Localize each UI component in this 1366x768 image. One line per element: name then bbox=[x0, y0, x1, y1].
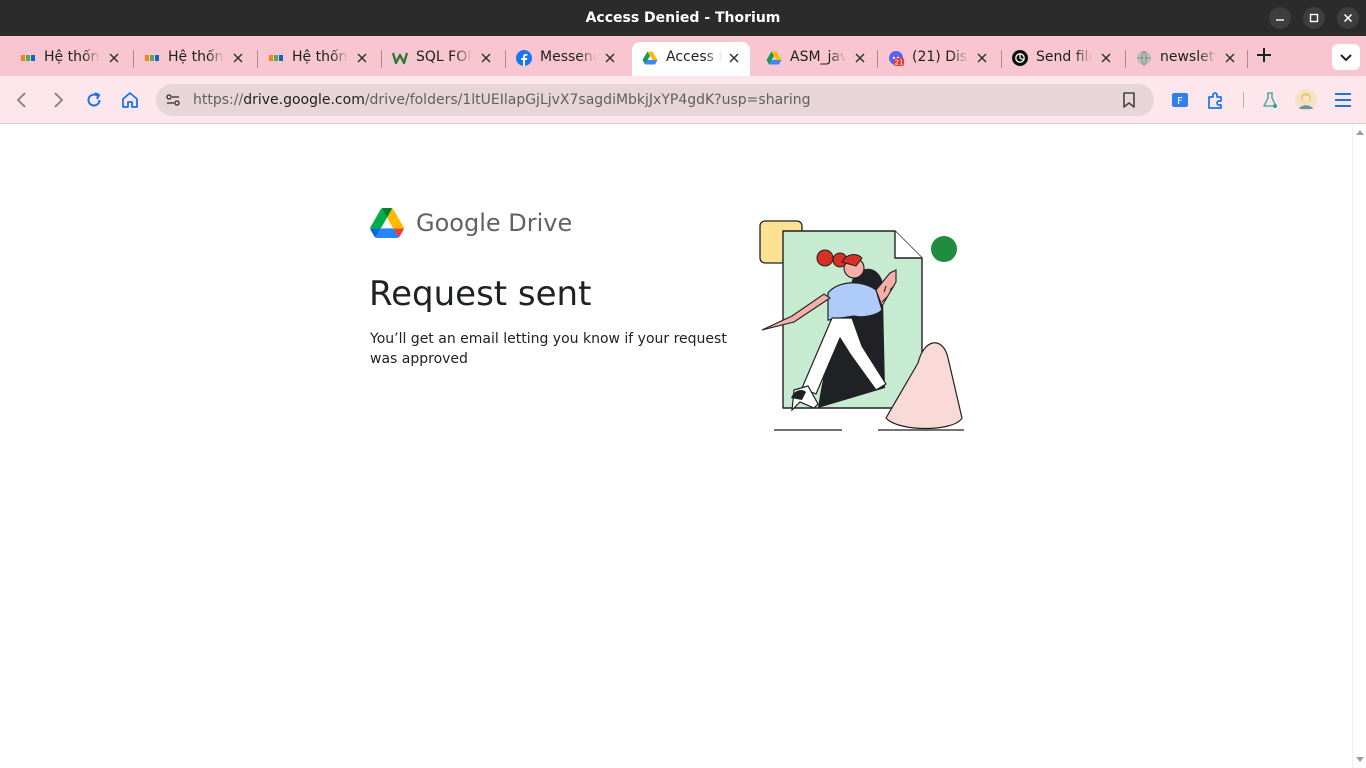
fpt-icon bbox=[145, 55, 159, 61]
tab-sql[interactable]: SQL FOR bbox=[382, 42, 502, 76]
back-arrow-icon[interactable] bbox=[12, 90, 32, 110]
request-sent-illustration bbox=[759, 220, 964, 431]
tab-divider bbox=[1247, 50, 1248, 68]
browser-toolbar: https://drive.google.com/drive/folders/1… bbox=[0, 76, 1366, 124]
window-titlebar: Access Denied - Thorium bbox=[0, 0, 1366, 36]
maximize-icon bbox=[1309, 13, 1319, 23]
close-icon bbox=[1343, 13, 1353, 23]
tab-search-button[interactable] bbox=[1332, 44, 1360, 70]
tab-label: ASM_java bbox=[790, 49, 846, 65]
site-settings-icon[interactable] bbox=[164, 91, 182, 109]
openai-icon bbox=[1012, 50, 1028, 66]
tab-close-icon[interactable] bbox=[478, 50, 494, 66]
discord-icon: 21 bbox=[889, 51, 904, 67]
tab-label: newsletter bbox=[1160, 49, 1216, 65]
window-close-button[interactable] bbox=[1337, 7, 1359, 29]
tab-label: SQL FOR bbox=[416, 49, 472, 65]
extensions-puzzle-icon[interactable] bbox=[1206, 90, 1226, 110]
page-content: Google Drive Request sent You’ll get an … bbox=[0, 124, 1352, 768]
tab-strip: Hệ thống Hệ thống Hệ thống SQL FOR Messe… bbox=[0, 36, 1366, 76]
vertical-scrollbar[interactable] bbox=[1352, 124, 1366, 768]
brand-wordmark: Google Drive bbox=[416, 209, 573, 237]
google-drive-icon bbox=[642, 51, 658, 65]
labs-flask-icon[interactable] bbox=[1260, 90, 1280, 110]
tab-close-icon[interactable] bbox=[354, 50, 370, 66]
toolbar-divider bbox=[1243, 92, 1244, 108]
address-bar[interactable]: https://drive.google.com/drive/folders/1… bbox=[156, 84, 1154, 116]
discord-badge: 21 bbox=[895, 59, 904, 67]
tab-close-icon[interactable] bbox=[852, 50, 868, 66]
tab-close-icon[interactable] bbox=[230, 50, 246, 66]
scroll-down-arrow-icon[interactable] bbox=[1355, 756, 1365, 764]
tab-he-thong-1[interactable]: Hệ thống bbox=[10, 42, 130, 76]
tab-label: Send file bbox=[1036, 49, 1092, 65]
new-tab-plus-icon[interactable] bbox=[1254, 45, 1274, 65]
profile-avatar[interactable] bbox=[1295, 89, 1317, 111]
fpt-icon bbox=[269, 55, 283, 61]
tab-close-icon[interactable] bbox=[726, 50, 742, 66]
tab-label: (21) Discord bbox=[912, 49, 968, 65]
svg-text:F: F bbox=[1177, 96, 1183, 107]
tab-close-icon[interactable] bbox=[974, 50, 990, 66]
minimize-button[interactable] bbox=[1269, 7, 1291, 29]
tab-label: Messenger bbox=[540, 49, 596, 65]
tab-label: Hệ thống bbox=[292, 49, 348, 65]
maximize-button[interactable] bbox=[1303, 7, 1325, 29]
tab-asm-java[interactable]: ASM_java bbox=[756, 42, 876, 76]
reload-icon[interactable] bbox=[84, 90, 104, 110]
scroll-up-arrow-icon[interactable] bbox=[1355, 128, 1365, 136]
tab-he-thong-2[interactable]: Hệ thống bbox=[134, 42, 254, 76]
fpt-icon bbox=[21, 55, 35, 61]
tab-messenger[interactable]: Messenger bbox=[506, 42, 626, 76]
tab-access-denied[interactable]: Access Denied bbox=[632, 42, 750, 76]
url-path: /drive/folders/1ltUEIlapGjLjvX7sagdiMbkj… bbox=[364, 92, 811, 108]
globe-icon bbox=[1137, 50, 1151, 66]
w-icon bbox=[392, 52, 408, 65]
minimize-icon bbox=[1276, 19, 1284, 21]
tab-label: Hệ thống bbox=[168, 49, 224, 65]
chevron-down-icon bbox=[1340, 54, 1352, 62]
menu-hamburger-icon[interactable] bbox=[1333, 90, 1353, 110]
tab-he-thong-3[interactable]: Hệ thống bbox=[258, 42, 378, 76]
tab-close-icon[interactable] bbox=[1222, 50, 1238, 66]
tab-newsletter[interactable]: newsletter bbox=[1126, 42, 1246, 76]
tab-label: Hệ thống bbox=[44, 49, 100, 65]
tab-close-icon[interactable] bbox=[106, 50, 122, 66]
google-drive-icon bbox=[370, 208, 404, 238]
tab-send-file[interactable]: Send file bbox=[1002, 42, 1122, 76]
bookmark-icon[interactable] bbox=[1120, 91, 1138, 109]
tab-close-icon[interactable] bbox=[602, 50, 618, 66]
window-title: Access Denied - Thorium bbox=[585, 10, 781, 26]
forward-arrow-icon[interactable] bbox=[48, 90, 68, 110]
google-drive-icon bbox=[766, 51, 782, 65]
url-text[interactable]: https://drive.google.com/drive/folders/1… bbox=[193, 84, 811, 116]
translate-extension-icon[interactable]: F bbox=[1170, 90, 1190, 110]
request-message: You’ll get an email letting you know if … bbox=[370, 331, 727, 367]
page-title: Request sent bbox=[369, 274, 592, 314]
tab-discord[interactable]: 21 (21) Discord bbox=[878, 42, 998, 76]
tab-close-icon[interactable] bbox=[1098, 50, 1114, 66]
url-scheme: https:// bbox=[193, 92, 244, 108]
facebook-icon bbox=[516, 50, 532, 66]
url-host: drive.google.com bbox=[243, 92, 365, 108]
home-icon[interactable] bbox=[120, 90, 140, 110]
tab-label: Access Denied bbox=[666, 49, 722, 65]
